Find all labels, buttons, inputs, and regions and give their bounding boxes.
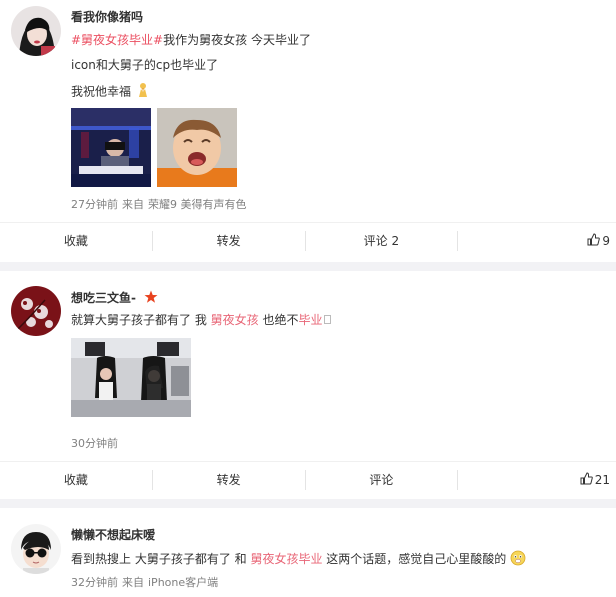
post-from: 来自 xyxy=(122,576,144,589)
post-text-line-1: #舅夜女孩毕业#我作为舅夜女孩 今天毕业了 xyxy=(71,32,311,48)
post-image-crying-kid[interactable] xyxy=(157,108,237,187)
post-text-line-3: 我祝他幸福 xyxy=(71,82,151,102)
praying-emoji-icon xyxy=(135,82,151,102)
action-bar: 收藏 转发 评论 2 9 xyxy=(0,222,616,258)
topic-link[interactable]: 毕业 xyxy=(298,313,322,327)
post-image-stage[interactable] xyxy=(71,108,151,187)
comment-button[interactable]: 评论 2 xyxy=(306,223,458,259)
post-text: 我作为舅夜女孩 今天毕业了 xyxy=(163,33,311,47)
username-text: 想吃三文鱼- xyxy=(71,291,136,305)
repost-button[interactable]: 转发 xyxy=(153,462,305,498)
post-meta: 30分钟前 xyxy=(71,435,122,451)
username[interactable]: 懒懒不想起床嗳 xyxy=(71,526,155,543)
post-text-line-2: icon和大舅子的cp也毕业了 xyxy=(71,58,219,72)
repost-label: 转发 xyxy=(216,473,241,487)
post-text-line-1: 看到热搜上 大舅子孩子都有了 和 舅夜女孩毕业 这两个话题，感觉自己心里酸酸的 xyxy=(71,550,526,570)
hashtag-link[interactable]: #舅夜女孩毕业# xyxy=(71,33,163,47)
post-time[interactable]: 32分钟前 xyxy=(71,576,118,589)
weibo-post-2: 想吃三文鱼- 就算大舅子孩子都有了 我 舅夜女孩 也绝不毕业 30分钟前 收藏 … xyxy=(0,271,616,499)
placeholder-glyph-icon xyxy=(323,315,331,324)
favorite-label: 收藏 xyxy=(63,473,88,487)
like-count: 21 xyxy=(594,472,610,487)
post-source[interactable]: 荣耀9 美得有声有色 xyxy=(148,198,247,211)
avatar[interactable] xyxy=(11,6,61,56)
username[interactable]: 想吃三文鱼- xyxy=(71,289,158,307)
favorite-button[interactable]: 收藏 xyxy=(0,462,152,498)
username[interactable]: 看我你像猪吗 xyxy=(71,8,143,25)
like-button[interactable]: 9 xyxy=(458,223,616,259)
post-text: 看到热搜上 大舅子孩子都有了 和 xyxy=(71,552,251,566)
topic-link[interactable]: 舅夜女孩 xyxy=(211,313,259,327)
post-text: 我祝他幸福 xyxy=(71,84,132,99)
post-image-gaming-chairs[interactable] xyxy=(71,338,191,417)
thumb-up-icon xyxy=(587,232,601,249)
favorite-label: 收藏 xyxy=(63,234,88,248)
post-meta: 27分钟前 来自 荣耀9 美得有声有色 xyxy=(71,196,251,212)
action-bar: 收藏 转发 评论 21 xyxy=(0,461,616,497)
weibo-post-3: 懒懒不想起床嗳 看到热搜上 大舅子孩子都有了 和 舅夜女孩毕业 这两个话题，感觉… xyxy=(0,508,616,597)
repost-button[interactable]: 转发 xyxy=(153,223,305,259)
like-button[interactable]: 21 xyxy=(458,462,616,498)
post-meta: 32分钟前 来自 iPhone客户端 xyxy=(71,574,222,590)
post-source[interactable]: iPhone客户端 xyxy=(148,576,218,589)
like-count: 9 xyxy=(602,233,610,248)
avatar[interactable] xyxy=(11,286,61,336)
comment-label: 评论 2 xyxy=(363,234,400,248)
weibo-post-1: 看我你像猪吗 #舅夜女孩毕业#我作为舅夜女孩 今天毕业了 icon和大舅子的cp… xyxy=(0,0,616,262)
post-time[interactable]: 30分钟前 xyxy=(71,437,118,450)
post-from: 来自 xyxy=(122,198,144,211)
post-text: 就算大舅子孩子都有了 我 xyxy=(71,313,211,327)
avatar[interactable] xyxy=(11,524,61,574)
post-text-line-1: 就算大舅子孩子都有了 我 舅夜女孩 也绝不毕业 xyxy=(71,312,331,328)
vip-star-icon xyxy=(144,290,158,307)
topic-link[interactable]: 舅夜女孩毕业 xyxy=(250,552,322,566)
comment-button[interactable]: 评论 xyxy=(306,462,458,498)
post-text: 这两个话题，感觉自己心里酸酸的 xyxy=(322,552,507,566)
repost-label: 转发 xyxy=(216,234,241,248)
post-time[interactable]: 27分钟前 xyxy=(71,198,118,211)
favorite-button[interactable]: 收藏 xyxy=(0,223,152,259)
comment-label: 评论 xyxy=(369,473,394,487)
thumb-up-icon xyxy=(580,471,593,488)
post-text: 也绝不 xyxy=(258,313,299,327)
sour-face-emoji-icon xyxy=(510,550,526,570)
